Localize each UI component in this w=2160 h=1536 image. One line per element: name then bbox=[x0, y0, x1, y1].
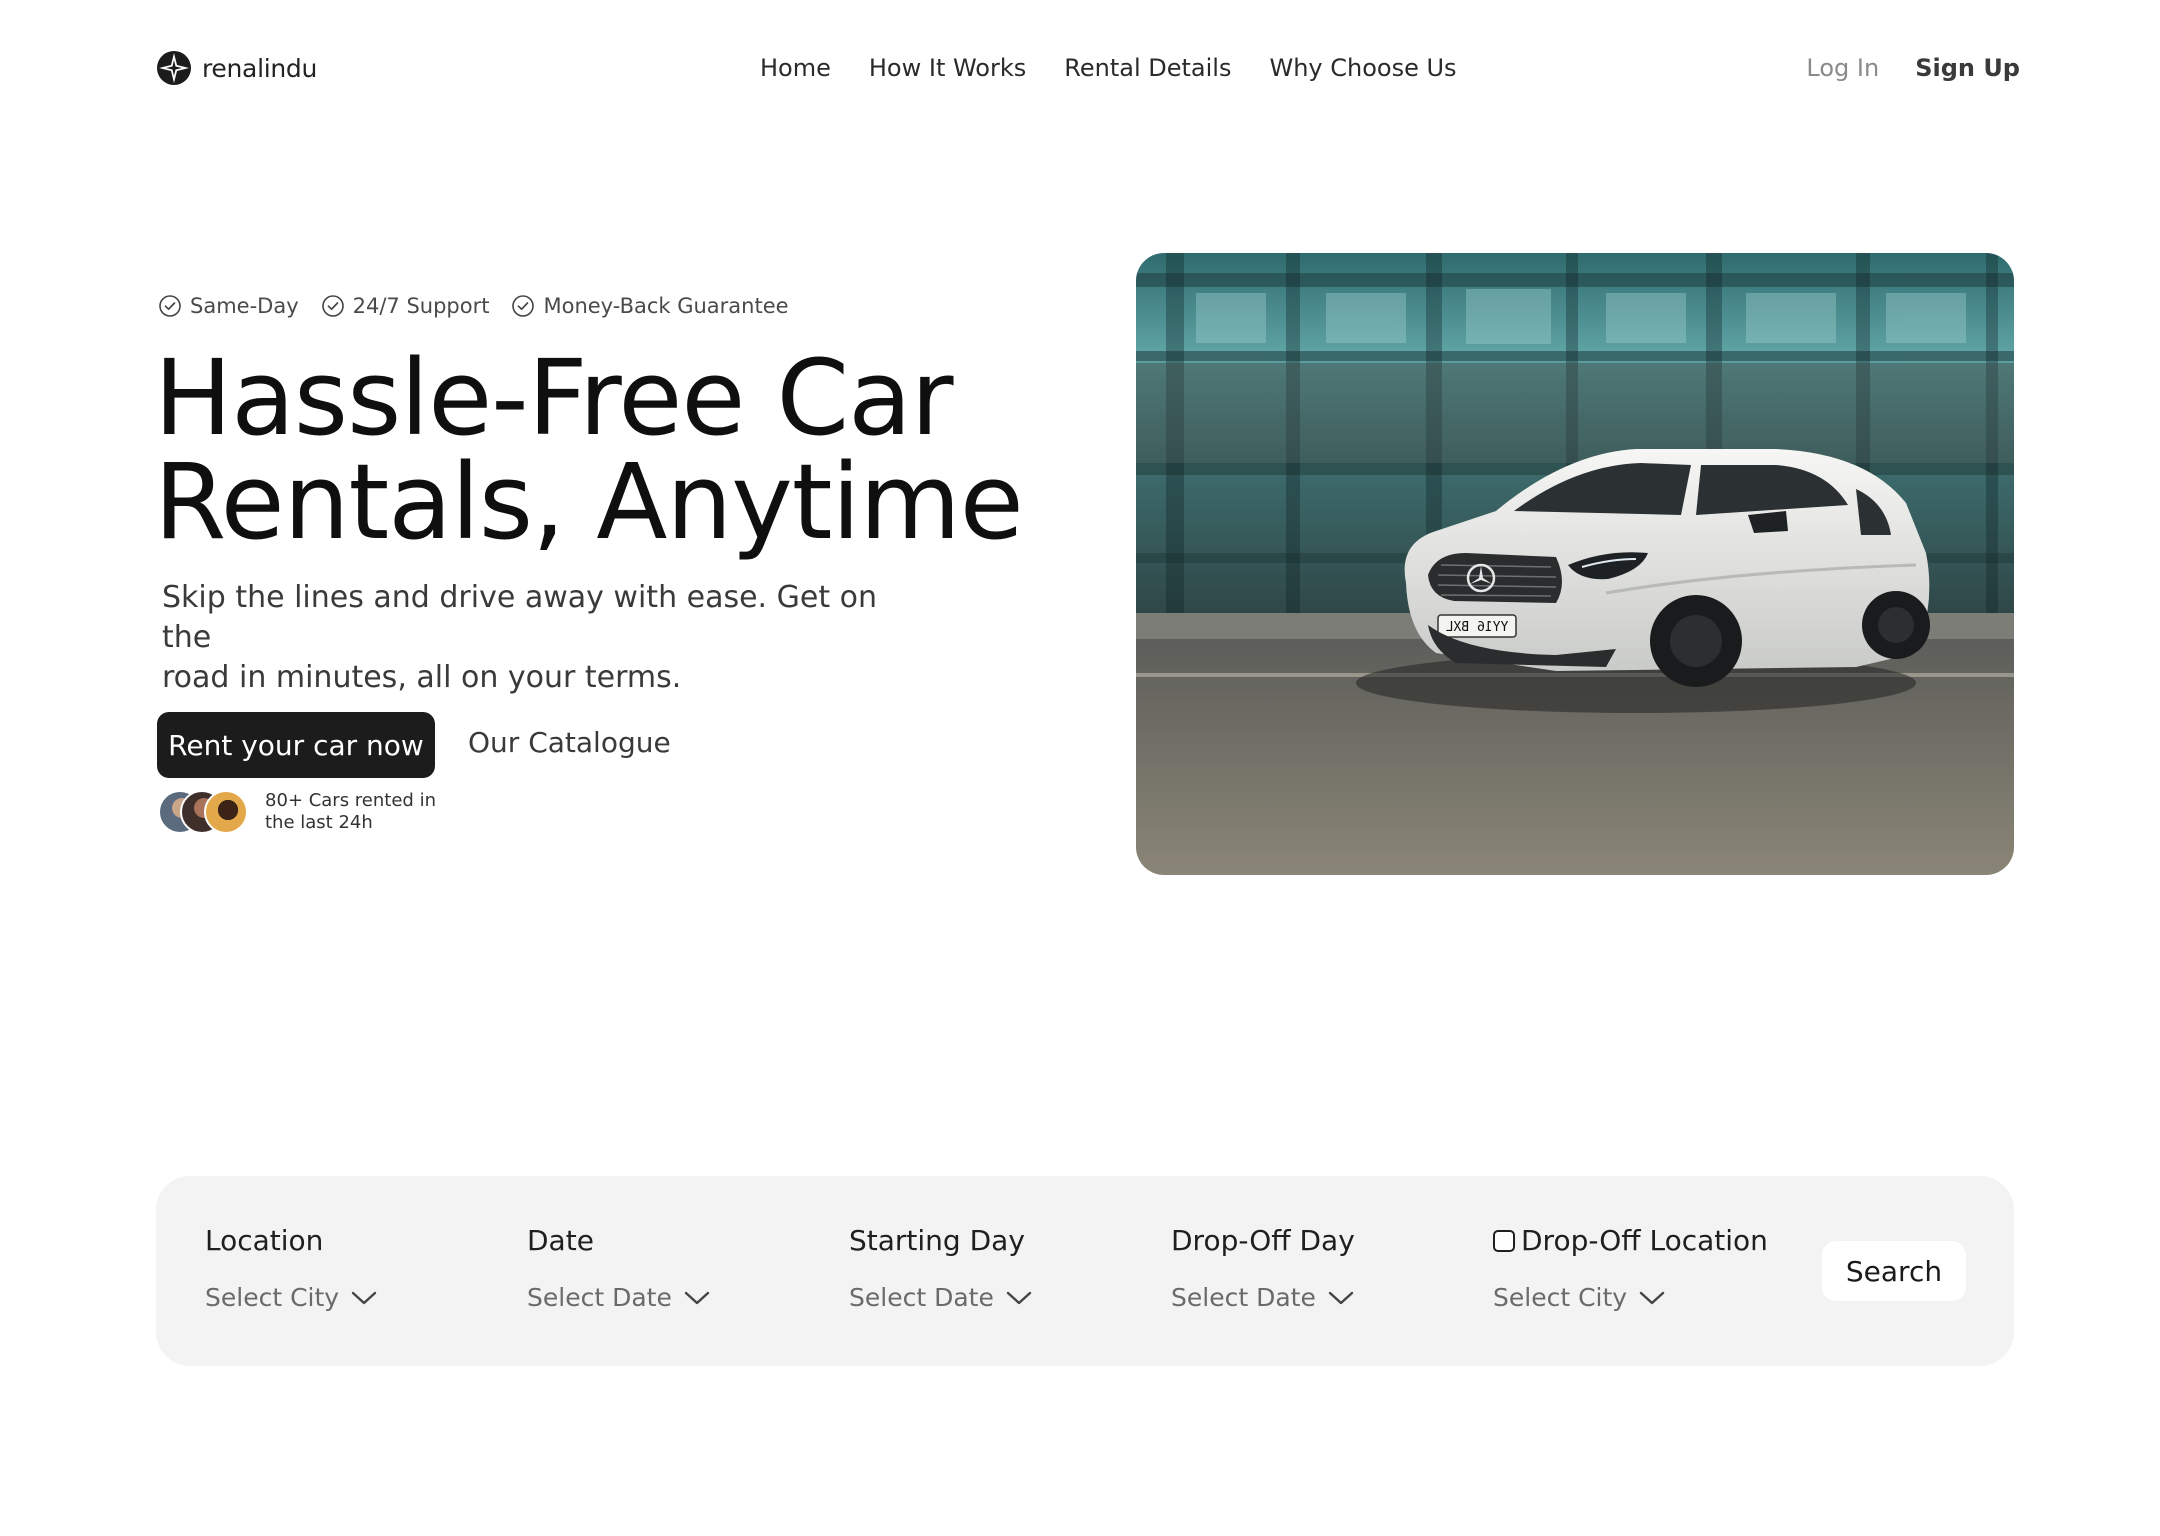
nav-links: Home How It Works Rental Details Why Cho… bbox=[760, 54, 1457, 82]
select-value: Select Date bbox=[849, 1283, 994, 1312]
avatar bbox=[204, 790, 248, 834]
car-photo: YY16 BXL bbox=[1136, 253, 2014, 875]
chevron-down-icon bbox=[1006, 1291, 1032, 1304]
date-select[interactable]: Select Date bbox=[527, 1283, 710, 1312]
social-proof-line: the last 24h bbox=[265, 812, 373, 833]
check-circle-icon bbox=[321, 295, 344, 317]
field-label: Date bbox=[527, 1224, 594, 1257]
select-value: Select Date bbox=[527, 1283, 672, 1312]
feature-item: Same-Day bbox=[158, 294, 299, 318]
compass-star-icon bbox=[157, 51, 191, 85]
hero-subtitle: Skip the lines and drive away with ease.… bbox=[162, 578, 922, 698]
starting-day-select[interactable]: Select Date bbox=[849, 1283, 1032, 1312]
feature-item: 24/7 Support bbox=[321, 294, 490, 318]
feature-label: Money-Back Guarantee bbox=[543, 294, 789, 318]
hero-car-image: YY16 BXL bbox=[1136, 253, 2014, 875]
drop-off-location-field: Drop-Off Location Select City bbox=[1493, 1224, 1768, 1312]
avatar-group bbox=[158, 790, 248, 834]
chevron-down-icon bbox=[1328, 1291, 1354, 1304]
drop-off-day-field: Drop-Off Day Select Date bbox=[1171, 1224, 1355, 1312]
hero-subtitle-line: road in minutes, all on your terms. bbox=[162, 660, 682, 695]
nav-home[interactable]: Home bbox=[760, 54, 831, 82]
social-proof-text: 80+ Cars rented in the last 24h bbox=[265, 790, 465, 834]
auth-links: Log In Sign Up bbox=[1806, 54, 2020, 82]
chevron-down-icon bbox=[684, 1291, 710, 1304]
search-button[interactable]: Search bbox=[1822, 1241, 1966, 1301]
select-value: Select Date bbox=[1171, 1283, 1316, 1312]
field-label-text: Drop-Off Location bbox=[1521, 1224, 1768, 1257]
nav-rental-details[interactable]: Rental Details bbox=[1064, 54, 1231, 82]
location-field: Location Select City bbox=[205, 1224, 377, 1312]
drop-off-location-select[interactable]: Select City bbox=[1493, 1283, 1768, 1312]
logo[interactable]: renalindu bbox=[156, 50, 317, 86]
drop-off-day-select[interactable]: Select Date bbox=[1171, 1283, 1355, 1312]
drop-off-location-checkbox[interactable] bbox=[1493, 1229, 1515, 1252]
signup-link[interactable]: Sign Up bbox=[1915, 54, 2020, 82]
hero-subtitle-line: Skip the lines and drive away with ease.… bbox=[162, 580, 877, 655]
nav-why-choose-us[interactable]: Why Choose Us bbox=[1269, 54, 1456, 82]
feature-label: 24/7 Support bbox=[352, 294, 490, 318]
select-value: Select City bbox=[1493, 1283, 1628, 1312]
feature-label: Same-Day bbox=[190, 294, 299, 318]
brand-name: renalindu bbox=[202, 53, 318, 83]
chevron-down-icon bbox=[1639, 1291, 1665, 1304]
field-label: Starting Day bbox=[849, 1224, 1025, 1257]
field-label: Drop-Off Day bbox=[1171, 1224, 1355, 1257]
nav-how-it-works[interactable]: How It Works bbox=[869, 54, 1026, 82]
check-circle-icon bbox=[159, 295, 181, 317]
rent-now-button[interactable]: Rent your car now bbox=[157, 712, 435, 778]
chevron-down-icon bbox=[351, 1291, 377, 1304]
location-select[interactable]: Select City bbox=[205, 1283, 377, 1312]
feature-list: Same-Day 24/7 Support Money-Back Guarant… bbox=[158, 294, 789, 318]
search-bar: Location Select City Date Select Date St… bbox=[156, 1176, 2014, 1366]
select-value: Select City bbox=[205, 1283, 340, 1312]
license-plate: YY16 BXL bbox=[1446, 620, 1509, 635]
catalogue-link[interactable]: Our Catalogue bbox=[468, 726, 671, 759]
field-label: Drop-Off Location bbox=[1493, 1224, 1768, 1257]
check-circle-icon bbox=[512, 295, 535, 317]
social-proof-line: 80+ Cars rented in bbox=[265, 790, 436, 811]
field-label: Location bbox=[205, 1224, 324, 1257]
hero-title-line: Rentals, Anytime bbox=[154, 441, 1024, 563]
hero-title: Hassle-Free Car Rentals, Anytime bbox=[154, 346, 1054, 554]
feature-item: Money-Back Guarantee bbox=[511, 294, 789, 318]
starting-day-field: Starting Day Select Date bbox=[849, 1224, 1032, 1312]
top-nav: renalindu Home How It Works Rental Detai… bbox=[156, 44, 2020, 94]
date-field: Date Select Date bbox=[527, 1224, 710, 1312]
login-link[interactable]: Log In bbox=[1806, 54, 1879, 82]
